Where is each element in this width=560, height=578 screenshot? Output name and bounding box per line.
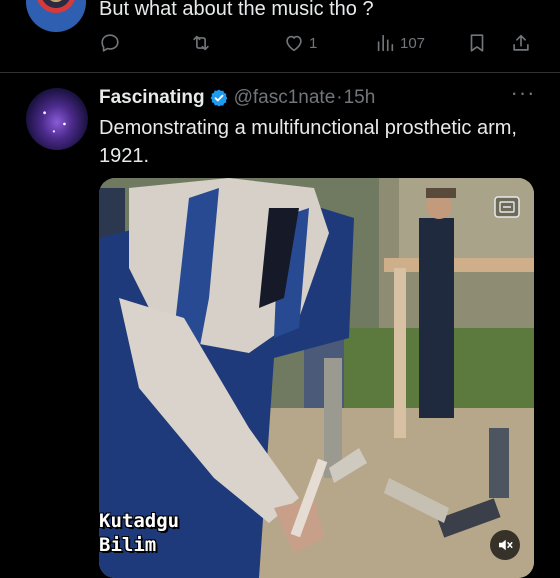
- share-button[interactable]: [510, 30, 532, 56]
- tweet-header: Fascinating @fasc1nate · 15h: [99, 86, 375, 110]
- video-watermark: Kutadgu Bilim: [99, 509, 179, 557]
- retweet-button[interactable]: [190, 30, 216, 56]
- like-count: 1: [309, 34, 318, 52]
- tweet-media-video[interactable]: Kutadgu Bilim: [99, 178, 534, 578]
- bookmark-icon: [470, 34, 484, 52]
- watermark-line-1: Kutadgu: [99, 510, 180, 532]
- retweet-icon: [193, 35, 209, 51]
- author-name[interactable]: Fascinating: [99, 87, 205, 109]
- reply-button[interactable]: [99, 30, 125, 56]
- share-icon: [513, 34, 529, 51]
- more-options-button[interactable]: ···: [508, 82, 538, 110]
- tweet-divider: [0, 72, 560, 73]
- mute-button[interactable]: [490, 530, 520, 560]
- author-handle[interactable]: @fasc1nate: [234, 87, 336, 109]
- like-button[interactable]: 1: [283, 30, 317, 56]
- watermark-line-2: Bilim: [99, 534, 157, 556]
- heart-icon: [286, 35, 302, 52]
- author-avatar[interactable]: [26, 88, 88, 150]
- previous-tweet-avatar[interactable]: [26, 0, 86, 32]
- header-separator: ·: [336, 87, 343, 108]
- verified-badge-icon: [210, 89, 227, 107]
- views-chart-icon: [377, 34, 394, 52]
- gif-icon[interactable]: [494, 196, 520, 218]
- bookmark-button[interactable]: [466, 30, 488, 56]
- mute-icon: [499, 539, 513, 551]
- previous-tweet-text: But what about the music tho ?: [99, 0, 374, 20]
- views-count: 107: [400, 34, 426, 52]
- views-button[interactable]: 107: [374, 30, 425, 56]
- tweet-text: Demonstrating a multifunctional prosthet…: [99, 117, 517, 167]
- previous-tweet-actions: 1 107: [99, 30, 539, 56]
- tweet-timestamp[interactable]: 15h: [344, 87, 376, 109]
- reply-icon: [101, 34, 119, 52]
